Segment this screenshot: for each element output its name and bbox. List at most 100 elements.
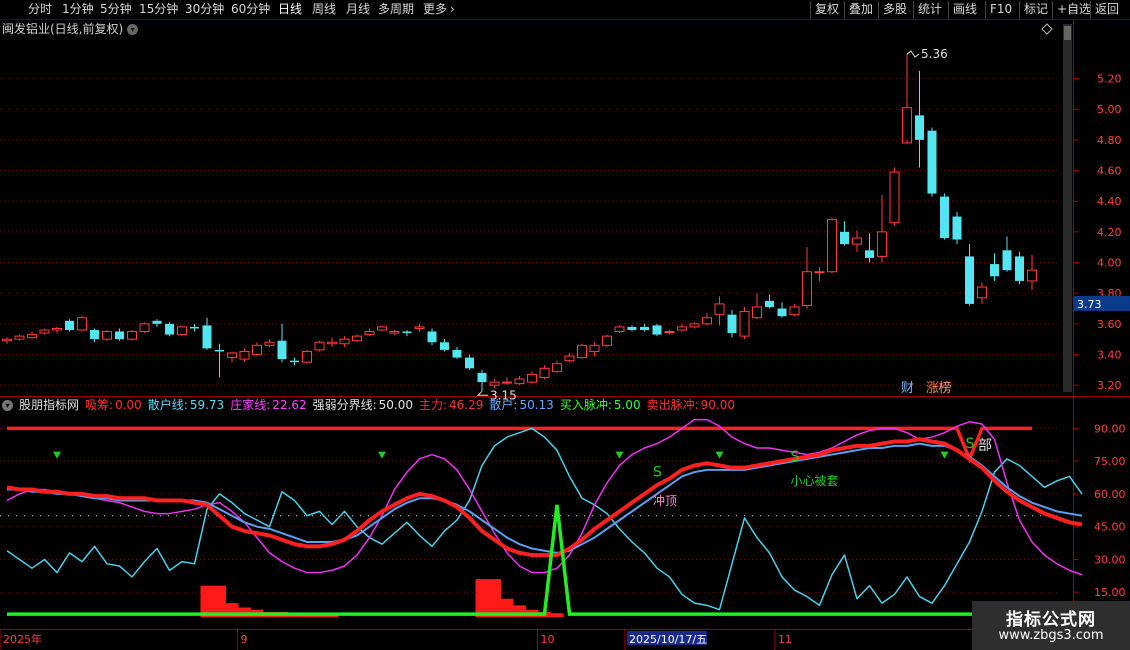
- candle-body: [689, 323, 700, 328]
- candle-body: [802, 271, 812, 306]
- candle-body: [364, 331, 375, 336]
- candle-body: [702, 317, 712, 325]
- candle-body: [814, 271, 825, 274]
- candle-body: [452, 349, 462, 358]
- indicator-field-label: 强弱分界线:: [312, 398, 377, 412]
- candle-body: [177, 326, 187, 336]
- indicator-field-label: 主力:: [419, 398, 448, 412]
- indicator-name[interactable]: 股朋指标网: [19, 398, 79, 412]
- candle-body: [65, 320, 74, 330]
- candle-body: [39, 329, 50, 334]
- candle-body: [52, 327, 62, 331]
- indicator-field-value: 22.62: [272, 398, 307, 412]
- chart: 5.205.004.804.604.404.204.003.803.603.40…: [0, 20, 1130, 650]
- low-marker-icon: [476, 390, 488, 396]
- candle-body: [90, 329, 99, 340]
- indicator-field-value: 50.13: [519, 398, 554, 412]
- indicator-tick-label: 45.00: [1094, 521, 1126, 534]
- candle-body: [577, 344, 587, 359]
- watermark-title: 指标公式网: [1006, 610, 1096, 630]
- indicator-field-value: 46.29: [449, 398, 484, 412]
- candle-body: [527, 373, 537, 383]
- candle-body: [677, 326, 687, 331]
- accumulate-bar: [550, 613, 564, 618]
- candle-body: [714, 303, 725, 316]
- candle-body: [752, 306, 762, 319]
- candle-body: [902, 107, 912, 144]
- candle-body: [640, 326, 649, 330]
- indicator-signal-label: 冲顶: [653, 493, 677, 508]
- candle-body: [27, 334, 37, 339]
- indicator-field: 庄家线: 22.62: [230, 398, 306, 412]
- indicator-field-value: 0.00: [115, 398, 142, 412]
- indicator-tick-label: 30.00: [1094, 553, 1126, 566]
- high-marker-icon: [906, 50, 920, 58]
- candle-body: [627, 326, 637, 330]
- date-label: 2025年: [3, 632, 42, 646]
- indicator-signal-label: S: [791, 449, 800, 465]
- indicator-field-value: 59.73: [189, 398, 225, 412]
- indicator-field: 买入脉冲: 5.00: [560, 398, 641, 412]
- indicator-field-label: 买入脉冲:: [559, 398, 612, 412]
- down-triangle-icon: [378, 451, 386, 459]
- indicator-signal-label: S: [966, 436, 975, 452]
- candle-body: [440, 342, 449, 350]
- candle-body: [339, 338, 350, 345]
- indicator-field: 吸筹: 0.00: [85, 398, 142, 412]
- main-force-series: [6, 437, 1083, 558]
- accumulate-bar: [475, 579, 489, 618]
- candle-body: [877, 231, 887, 257]
- diamond-icon: [1041, 23, 1053, 35]
- date-label: 9: [241, 633, 248, 646]
- candle-body: [789, 306, 800, 316]
- price-tick-label: 4.00: [1097, 257, 1122, 270]
- price-tick-label: 3.20: [1097, 379, 1122, 392]
- accumulate-bar: [488, 579, 501, 618]
- indicator-tick-label: 75.00: [1094, 455, 1126, 468]
- candle-body: [977, 286, 987, 299]
- indicator-field: 散户: 50.13: [489, 398, 553, 412]
- candle-body: [652, 325, 662, 335]
- indicator-field-label: 散户线:: [147, 398, 188, 412]
- indicator-field-value: 50.00: [378, 398, 413, 412]
- event-marker-label: 3.15: [701, 381, 730, 396]
- candle-body: [14, 335, 25, 340]
- candle-body: [190, 326, 199, 329]
- candle-body: [564, 355, 575, 362]
- candle-body: [165, 323, 174, 335]
- candle-body: [139, 323, 150, 333]
- candle-body: [314, 341, 325, 351]
- event-marker-label: 涨: [926, 381, 939, 396]
- indicator-tick-label: 60.00: [1094, 488, 1126, 501]
- candle-body: [990, 264, 999, 277]
- candle-body: [552, 363, 562, 372]
- candle-body: [77, 317, 87, 331]
- indicator-field-label: 吸筹:: [85, 398, 114, 412]
- candle-body: [327, 341, 337, 345]
- candle-body: [127, 331, 137, 340]
- down-triangle-icon: [615, 451, 624, 459]
- candle-body: [1015, 256, 1024, 281]
- price-tick-label: 5.20: [1097, 73, 1122, 86]
- candle-body: [840, 231, 849, 245]
- watermark-url: www.zbgs3.com: [998, 628, 1104, 643]
- candle-body: [777, 308, 787, 317]
- date-label: 10: [541, 633, 555, 646]
- candle-body: [952, 216, 962, 240]
- indicator-field: 强弱分界线: 50.00: [313, 398, 413, 412]
- indicator-signal-label: 部: [978, 438, 992, 454]
- candle-body: [827, 219, 837, 273]
- indicator-header: ▾ 股朋指标网 吸筹: 0.00 散户线: 59.73 庄家线: 22.62 强弱分界线: 50.…: [2, 398, 741, 413]
- indicator-menu-icon[interactable]: ▾: [2, 400, 13, 411]
- candle-body: [352, 335, 362, 342]
- candle-body: [2, 338, 12, 342]
- candle-body: [915, 115, 924, 140]
- candle-body: [402, 331, 412, 334]
- candle-body: [1002, 250, 1012, 271]
- down-triangle-icon: [53, 451, 61, 459]
- candle-body: [614, 326, 625, 333]
- price-tick-label: 5.00: [1097, 103, 1122, 116]
- indicator-field: 卖出脉冲: 90.00: [647, 398, 735, 412]
- candle-body: [465, 357, 474, 369]
- indicator-tick-label: 90.00: [1094, 422, 1126, 435]
